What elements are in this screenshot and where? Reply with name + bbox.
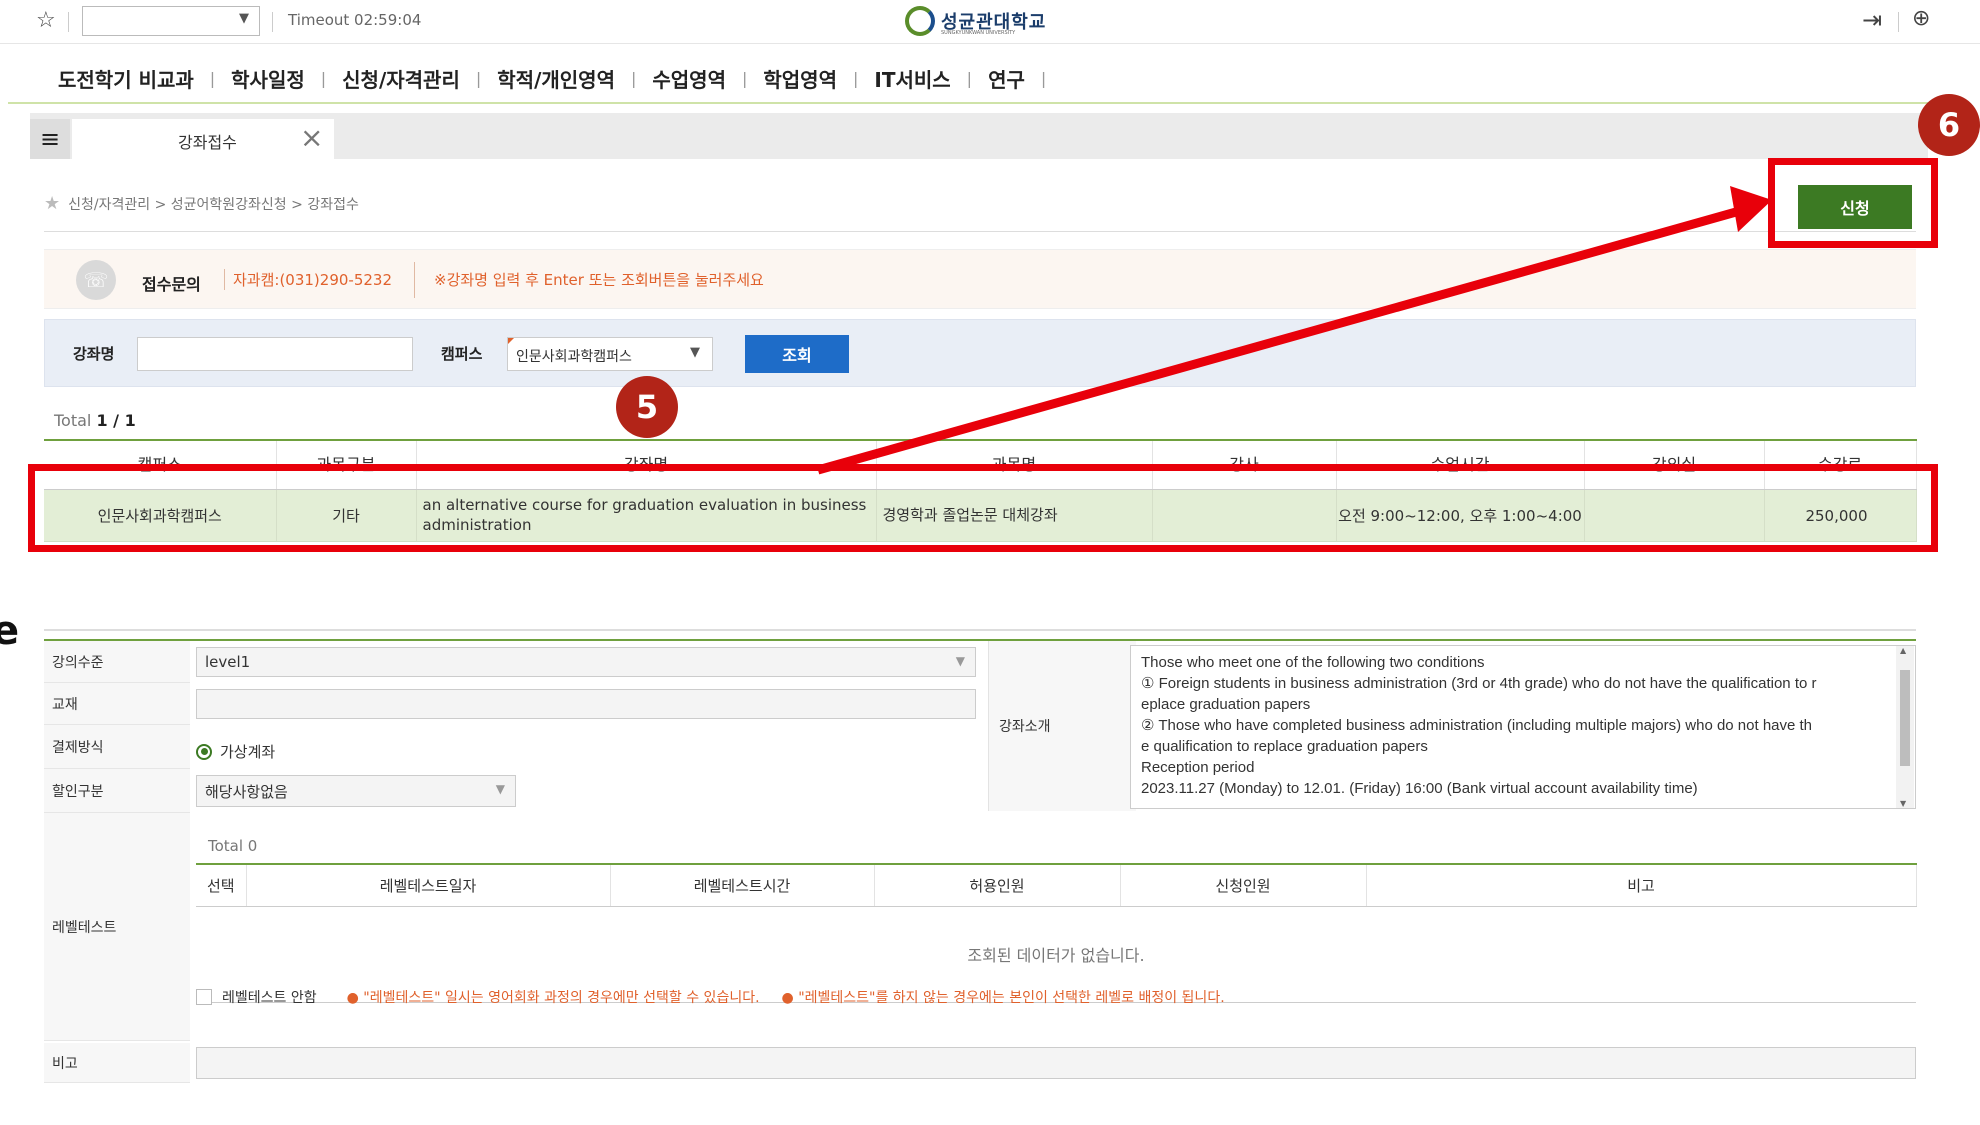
- arrow-line: [816, 207, 1738, 475]
- step-badge-6: 6: [1918, 94, 1980, 156]
- highlight-course-row: [28, 464, 1938, 552]
- screen: ☆ ▼ Timeout 02:59:04 성균관대학교 SUNGKYUNKWAN…: [0, 0, 1980, 1125]
- edge-glyph: e: [0, 608, 20, 654]
- annotation-arrow: [816, 186, 1772, 475]
- arrow-head: [1730, 186, 1772, 232]
- highlight-apply-button: [1768, 158, 1938, 248]
- step-badge-5: 5: [616, 376, 678, 438]
